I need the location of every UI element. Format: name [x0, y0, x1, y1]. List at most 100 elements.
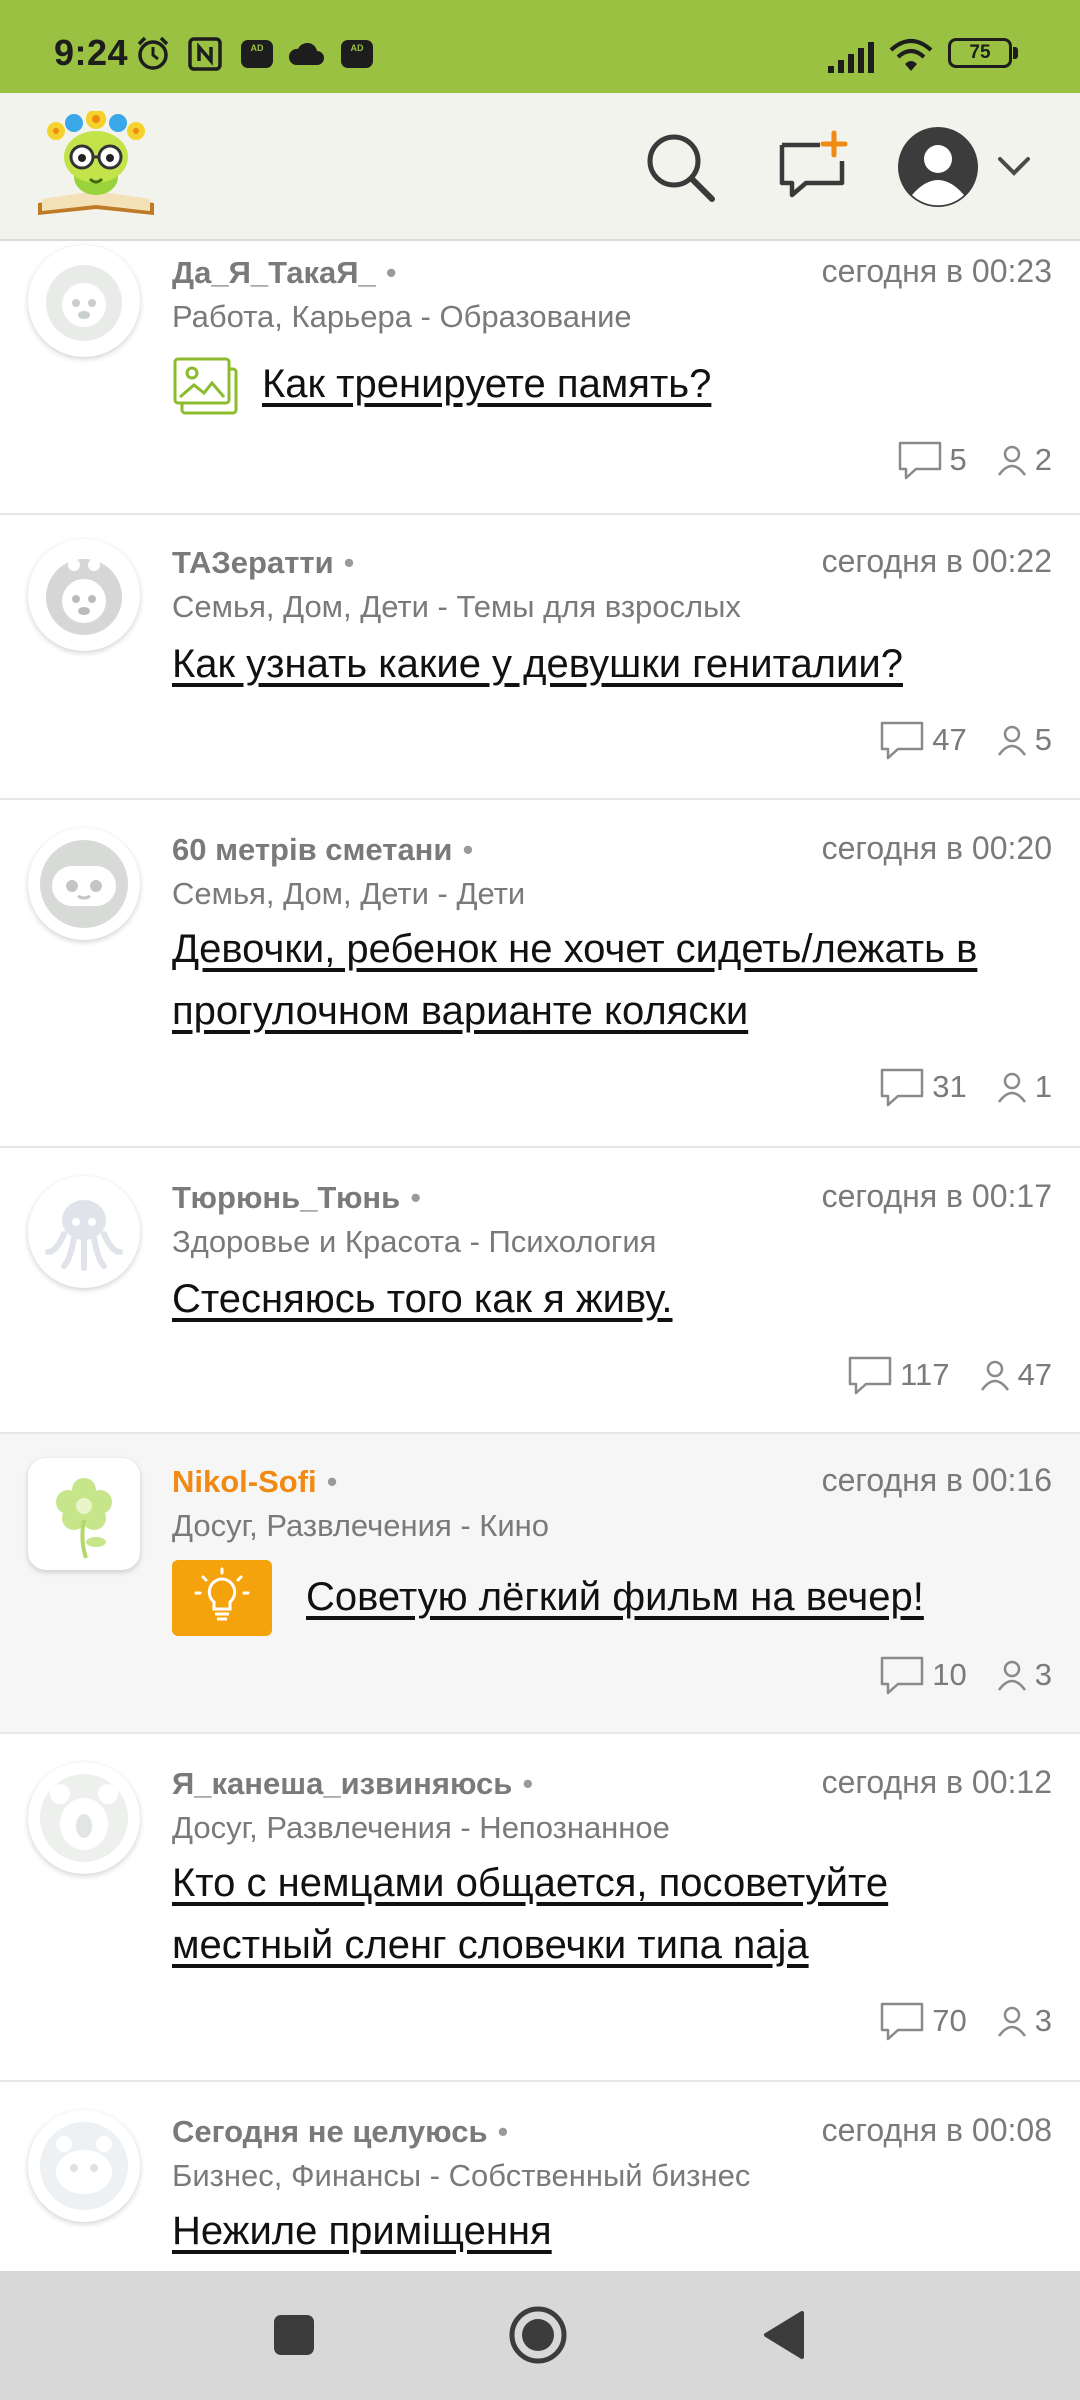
search-button[interactable]	[634, 121, 726, 213]
question-feed: Да_Я_ТакаЯ_ • сегодня в 00:23 Работа, Кар…	[0, 241, 1080, 2271]
post-time: сегодня в 00:22	[821, 543, 1052, 579]
clock: 9:24	[54, 32, 129, 73]
question-item[interactable]: Да_Я_ТакаЯ_ • сегодня в 00:23 Работа, Кар…	[0, 241, 1080, 515]
author-name[interactable]: 60 метрів сметани •	[172, 832, 473, 868]
alien-avatar-icon	[46, 265, 122, 341]
back-icon	[764, 2311, 804, 2359]
clover-avatar-icon	[56, 1478, 112, 1559]
new-question-button[interactable]	[766, 121, 858, 213]
post-stats: 5 2	[896, 439, 1052, 481]
author-name[interactable]: Nikol-Sofi •	[172, 1464, 338, 1500]
comment-icon	[881, 1068, 924, 1107]
robot-avatar-icon	[40, 840, 128, 928]
post-time: сегодня в 00:17	[821, 1178, 1052, 1214]
comment-count: 70	[878, 2000, 967, 2042]
lightbulb-icon	[172, 1560, 272, 1636]
comment-count: 31	[878, 1066, 967, 1108]
user-icon	[980, 1360, 1009, 1391]
comment-icon	[881, 1656, 924, 1695]
post-category[interactable]: Здоровье и Красота - Психология	[172, 1224, 656, 1260]
user-avatar[interactable]	[28, 1458, 140, 1570]
status-bar: 9:24 AD AD 75	[0, 0, 1080, 93]
user-avatar[interactable]	[28, 2110, 140, 2222]
post-time: сегодня в 00:12	[821, 1764, 1052, 1800]
question-title-link[interactable]: Стесняюсь того как я живу.	[172, 1268, 1052, 1330]
question-title-link[interactable]: Девочки, ребенок не хочет сидеть/лежать …	[172, 918, 1032, 1042]
post-time: сегодня в 00:08	[821, 2112, 1052, 2148]
comment-count: 5	[896, 439, 967, 481]
participant-count: 1	[995, 1069, 1052, 1105]
post-category[interactable]: Бизнес, Финансы - Собственный бизнес	[172, 2158, 750, 2194]
question-title-link[interactable]: Советую лёгкий фильм на вечер!	[306, 1566, 1046, 1628]
user-avatar[interactable]	[28, 1762, 140, 1874]
post-stats: 70 3	[878, 2000, 1052, 2042]
user-icon	[997, 1072, 1026, 1103]
question-item[interactable]: Тюрюнь_Тюнь • сегодня в 00:17 Здоровье и …	[0, 1148, 1080, 1434]
signal-icon	[828, 42, 874, 73]
comment-icon	[898, 441, 941, 480]
post-category[interactable]: Досуг, Развлечения - Кино	[172, 1508, 549, 1544]
image-icon	[173, 357, 238, 415]
adblocker-icon: AD	[341, 40, 373, 68]
question-item[interactable]: Я_канеша_извиняюсь • сегодня в 00:12 Досу…	[0, 1734, 1080, 2082]
home-button[interactable]	[506, 2303, 570, 2367]
question-title-link[interactable]: Как тренируете память?	[262, 353, 1042, 415]
octopus-avatar-icon	[40, 1188, 128, 1276]
user-icon	[997, 2006, 1026, 2037]
nfc-icon	[188, 37, 222, 71]
comment-count: 10	[878, 1654, 967, 1696]
site-logo[interactable]	[34, 111, 158, 223]
post-time: сегодня в 00:23	[821, 253, 1052, 289]
user-icon	[997, 1660, 1026, 1691]
post-time: сегодня в 00:16	[821, 1462, 1052, 1498]
author-name[interactable]: Тюрюнь_Тюнь •	[172, 1180, 421, 1216]
author-name[interactable]: Сегодня не целуюсь •	[172, 2114, 508, 2150]
home-icon	[509, 2306, 567, 2364]
participant-count: 47	[978, 1357, 1052, 1393]
question-item[interactable]: ТАЗератти • сегодня в 00:22 Семья, Дом, Д…	[0, 515, 1080, 800]
adblocker-icon: AD	[241, 40, 273, 68]
participant-count: 3	[995, 1657, 1052, 1693]
battery-icon: 75	[948, 38, 1012, 68]
wifi-icon	[889, 39, 933, 71]
alarm-icon	[137, 36, 169, 70]
question-title-link[interactable]: Нежиле приміщення	[172, 2200, 1052, 2262]
user-icon	[997, 725, 1026, 756]
alien-avatar-icon	[46, 559, 122, 635]
post-category[interactable]: Работа, Карьера - Образование	[172, 299, 632, 335]
question-item[interactable]: 60 метрів сметани • сегодня в 00:20 Семья…	[0, 800, 1080, 1148]
user-avatar[interactable]	[28, 828, 140, 940]
question-title-link[interactable]: Как узнать какие у девушки гениталии?	[172, 633, 1052, 695]
comment-icon	[881, 721, 924, 760]
question-item[interactable]: Nikol-Sofi • сегодня в 00:16 Досуг, Развл…	[0, 1434, 1080, 1734]
post-category[interactable]: Досуг, Развлечения - Непознанное	[172, 1810, 670, 1846]
post-stats: 31 1	[878, 1066, 1052, 1108]
post-stats: 117 47	[846, 1354, 1052, 1396]
user-icon	[997, 445, 1026, 476]
author-name[interactable]: Да_Я_ТакаЯ_ •	[172, 255, 397, 291]
post-stats: 10 3	[878, 1654, 1052, 1696]
recents-button[interactable]	[262, 2303, 326, 2367]
recents-icon	[274, 2315, 314, 2355]
chevron-down-icon	[998, 157, 1030, 176]
comment-count: 47	[878, 719, 967, 761]
profile-menu-button[interactable]	[896, 121, 1036, 213]
cloud-icon	[288, 42, 324, 65]
comment-icon	[848, 1356, 892, 1395]
search-icon	[647, 134, 715, 202]
user-avatar[interactable]	[28, 539, 140, 651]
author-name[interactable]: Я_канеша_извиняюсь •	[172, 1766, 533, 1802]
battery-tip	[1013, 47, 1018, 59]
app-header	[0, 93, 1080, 241]
user-avatar[interactable]	[28, 1176, 140, 1288]
post-category[interactable]: Семья, Дом, Дети - Темы для взрослых	[172, 589, 741, 625]
author-name[interactable]: ТАЗератти •	[172, 545, 355, 581]
question-title-link[interactable]: Кто с немцами общается, посоветуйте мест…	[172, 1852, 992, 1976]
user-avatar[interactable]	[28, 245, 140, 357]
question-item[interactable]: Сегодня не целуюсь • сегодня в 00:08 Бизн…	[0, 2082, 1080, 2271]
bear-avatar-icon	[40, 1774, 128, 1862]
post-category[interactable]: Семья, Дом, Дети - Дети	[172, 876, 525, 912]
participant-count: 2	[995, 442, 1052, 478]
back-button[interactable]	[752, 2303, 816, 2367]
new-question-icon	[779, 130, 848, 198]
